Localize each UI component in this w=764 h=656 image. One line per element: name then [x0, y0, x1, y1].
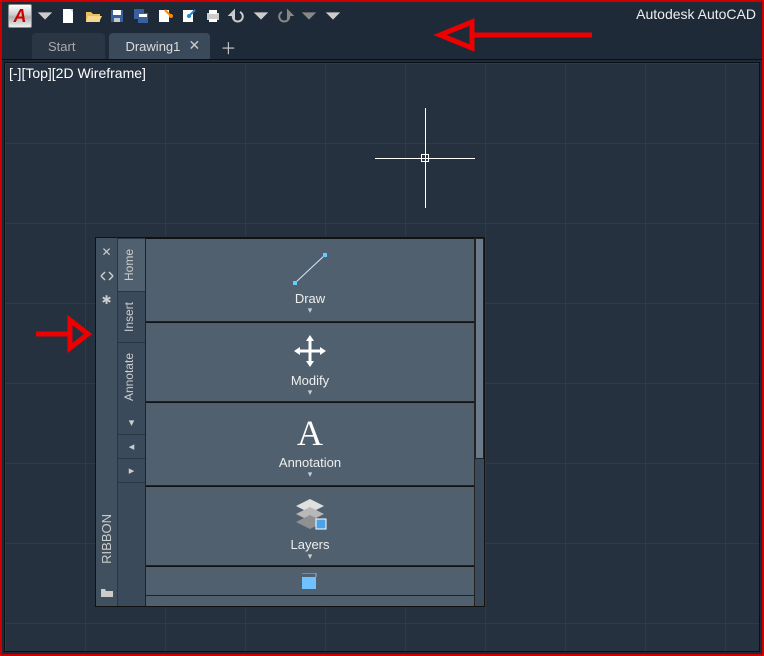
tab-label: Drawing1 [125, 39, 180, 54]
viewport-label[interactable]: [-][Top][2D Wireframe] [9, 65, 146, 81]
panel-layers[interactable]: Layers ▾ [146, 486, 474, 566]
panel-expand-icon[interactable]: ▾ [308, 388, 313, 398]
palette-settings-icon[interactable]: ✱ [99, 292, 115, 308]
panel-expand-icon[interactable]: ▾ [308, 552, 313, 562]
line-icon [285, 249, 335, 289]
panel-title: Draw [295, 291, 325, 306]
app-title: Autodesk AutoCAD [636, 6, 756, 22]
palette-close-icon[interactable]: ✕ [99, 244, 115, 260]
palette-body: Draw ▾ Modify ▾ A Annotation ▾ Layers [146, 238, 484, 606]
tab-start[interactable]: Start [32, 33, 105, 59]
panel-title: Modify [291, 373, 329, 388]
ribbon-tab-annotate[interactable]: Annotate [118, 342, 145, 411]
file-tabbar: Start Drawing1 ✕ ＋ [2, 30, 762, 60]
app-menu-dropdown[interactable] [34, 5, 56, 27]
qat-open-button[interactable] [82, 5, 104, 27]
titlebar: A Autodesk AutoCAD [2, 2, 762, 30]
panel-title: Layers [290, 537, 329, 552]
qat-customize-dropdown[interactable] [322, 5, 344, 27]
ribbon-tab-more-2[interactable]: ◂ [118, 435, 145, 459]
qat-save-button[interactable] [106, 5, 128, 27]
ribbon-tab-more-1[interactable]: ▾ [118, 411, 145, 435]
panel-annotation[interactable]: A Annotation ▾ [146, 402, 474, 486]
add-tab-button[interactable]: ＋ [216, 35, 240, 59]
close-icon[interactable]: ✕ [186, 37, 202, 53]
text-icon: A [297, 413, 323, 453]
layers-icon [290, 495, 330, 535]
palette-scrollbar[interactable] [474, 238, 484, 606]
scrollbar-thumb[interactable] [475, 238, 484, 459]
tab-label: Start [48, 39, 75, 54]
palette-tabs: Home Insert Annotate ▾ ◂ ▸ [118, 238, 146, 606]
panel-expand-icon[interactable]: ▾ [308, 306, 313, 316]
tab-drawing1[interactable]: Drawing1 ✕ [109, 33, 210, 59]
qat-redo-button[interactable] [274, 5, 296, 27]
folder-icon[interactable] [99, 584, 115, 600]
qat-undo-dropdown[interactable] [250, 5, 272, 27]
palette-dock-icon[interactable] [99, 268, 115, 284]
drawing-viewport[interactable]: [-][Top][2D Wireframe] ✕ ✱ RIBBON Home I… [4, 62, 760, 652]
panel-modify[interactable]: Modify ▾ [146, 322, 474, 402]
qat-open-web-button[interactable] [154, 5, 176, 27]
panel-block[interactable] [146, 566, 474, 596]
qat-plot-button[interactable] [202, 5, 224, 27]
app-logo-text: A [14, 6, 27, 27]
ribbon-tab-insert[interactable]: Insert [118, 291, 145, 342]
qat-redo-dropdown[interactable] [298, 5, 320, 27]
qat-new-button[interactable] [58, 5, 80, 27]
ribbon-tab-home[interactable]: Home [118, 238, 145, 291]
ribbon-tab-more-3[interactable]: ▸ [118, 459, 145, 483]
move-icon [290, 331, 330, 371]
block-icon [298, 573, 322, 593]
qat-undo-button[interactable] [226, 5, 248, 27]
panel-title: Annotation [279, 455, 341, 470]
panel-expand-icon[interactable]: ▾ [308, 470, 313, 480]
qat-saveas-button[interactable] [130, 5, 152, 27]
ribbon-palette: ✕ ✱ RIBBON Home Insert Annotate ▾ ◂ ▸ Dr [95, 237, 485, 607]
qat-save-web-button[interactable] [178, 5, 200, 27]
panel-draw[interactable]: Draw ▾ [146, 238, 474, 322]
app-menu-button[interactable]: A [8, 4, 32, 28]
palette-title: RIBBON [99, 510, 114, 568]
palette-control-strip: ✕ ✱ RIBBON [96, 238, 118, 606]
